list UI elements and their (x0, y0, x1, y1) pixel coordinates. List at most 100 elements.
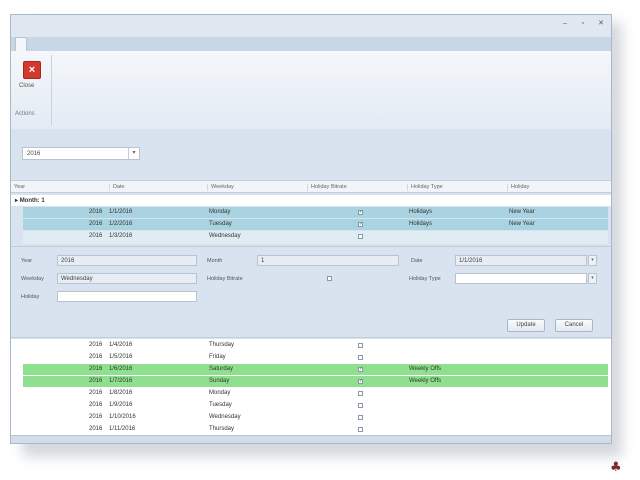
holiday-field-label: Holiday (21, 294, 40, 300)
cell-year: 2016 (89, 390, 103, 396)
cell-weekday: Tuesday (209, 402, 232, 408)
table-row[interactable]: 2016 1/1/2016 Monday ✓ Holidays New Year (23, 207, 608, 218)
maximize-icon[interactable]: ▫ (579, 20, 587, 28)
cell-year: 2016 (89, 414, 103, 420)
status-bar (11, 435, 611, 443)
close-button[interactable]: × Close (19, 59, 47, 97)
cell-date: 1/10/2016 (109, 414, 136, 420)
cell-holiday-type: Weekly Offs (409, 378, 442, 384)
cell-weekday: Wednesday (209, 233, 241, 239)
table-row[interactable]: 2016 1/11/2016 Thursday (23, 424, 608, 435)
holiday-bitrate-label: Holiday Bitrate (207, 276, 243, 282)
header-holiday-bitrate[interactable]: Holiday Bitrate (307, 184, 347, 191)
cell-weekday: Friday (209, 354, 226, 360)
date-field[interactable]: 1/1/2016 (455, 255, 587, 266)
cell-weekday: Monday (209, 390, 231, 396)
cell-date: 1/1/2016 (109, 209, 133, 215)
table-row[interactable]: 2016 1/3/2016 Wednesday (23, 231, 608, 244)
holiday-field[interactable] (57, 291, 197, 302)
close-button-label: Close (19, 83, 35, 89)
ribbon-tabstrip (11, 37, 611, 52)
filter-bar: 2016 ▾ (11, 129, 611, 179)
cell-year: 2016 (89, 378, 103, 384)
cancel-button[interactable]: Cancel (555, 319, 593, 332)
holiday-checkbox[interactable]: ✓ (358, 379, 363, 384)
holiday-checkbox[interactable]: ✓ (358, 367, 363, 372)
actions-group: × Close Actions (15, 55, 52, 125)
close-window-icon[interactable]: ✕ (597, 20, 605, 28)
cell-date: 1/11/2016 (109, 426, 136, 432)
cell-weekday: Monday (209, 209, 231, 215)
header-weekday[interactable]: Weekday (207, 184, 234, 191)
holiday-checkbox[interactable] (358, 427, 363, 432)
year-combobox-value: 2016 (27, 151, 41, 157)
holiday-checkbox[interactable]: ✓ (358, 210, 363, 215)
cell-year: 2016 (89, 426, 103, 432)
cell-year: 2016 (89, 354, 103, 360)
holiday-checkbox[interactable]: ✓ (358, 222, 363, 227)
date-field-label: Date (411, 258, 423, 264)
cell-year: 2016 (89, 342, 103, 348)
holiday-checkbox[interactable] (358, 234, 363, 239)
cell-year: 2016 (89, 221, 103, 227)
close-icon: × (23, 61, 41, 79)
window-controls: ‒ ▫ ✕ (561, 20, 605, 28)
cell-date: 1/7/2016 (109, 378, 133, 384)
row-detail-editor: Year 2016 Month 1 Date 1/1/2016 ▾ Weekda… (11, 246, 611, 338)
cell-weekday: Thursday (209, 342, 235, 348)
header-holiday[interactable]: Holiday (507, 184, 529, 191)
cell-holiday: New Year (509, 209, 535, 215)
table-row[interactable]: 2016 1/10/2016 Wednesday (23, 412, 608, 423)
calendar-dropdown-icon[interactable]: ▾ (588, 255, 597, 266)
table-row[interactable]: 2016 1/5/2016 Friday (23, 352, 608, 363)
table-row[interactable]: 2016 1/6/2016 Saturday ✓ Weekly Offs (23, 364, 608, 375)
cell-date: 1/2/2016 (109, 221, 133, 227)
cell-holiday-type: Weekly Offs (409, 366, 442, 372)
table-row[interactable]: 2016 1/7/2016 Sunday ✓ Weekly Offs (23, 376, 608, 387)
weekday-field-label: Weekday (21, 276, 44, 282)
cell-holiday: New Year (509, 221, 535, 227)
holiday-checkbox[interactable] (358, 403, 363, 408)
actions-group-label: Actions (15, 111, 35, 117)
cell-date: 1/4/2016 (109, 342, 133, 348)
holiday-type-combobox[interactable] (455, 273, 587, 284)
month-field[interactable]: 1 (257, 255, 399, 266)
month-field-label: Month (207, 258, 223, 264)
group-row-month[interactable]: ▸ Month: 1 (11, 195, 611, 206)
cell-date: 1/8/2016 (109, 390, 133, 396)
holiday-checkbox[interactable] (358, 343, 363, 348)
year-field[interactable]: 2016 (57, 255, 197, 266)
table-row[interactable]: 2016 1/9/2016 Tuesday (23, 400, 608, 411)
cell-year: 2016 (89, 402, 103, 408)
cell-holiday-type: Holidays (409, 221, 433, 227)
table-row[interactable]: 2016 1/8/2016 Monday (23, 388, 608, 399)
holiday-type-label: Holiday Type (409, 276, 441, 282)
app-window: ‒ ▫ ✕ × Close Actions 2016 ▾ Year Date W… (10, 14, 612, 444)
holiday-bitrate-checkbox[interactable] (327, 276, 332, 281)
grid-header: Year Date Weekday Holiday Bitrate Holida… (11, 180, 611, 193)
holiday-checkbox[interactable] (358, 391, 363, 396)
ribbon-tab[interactable] (15, 37, 27, 51)
cell-holiday-type: Holidays (409, 209, 433, 215)
year-field-label: Year (21, 258, 33, 264)
cell-year: 2016 (89, 209, 103, 215)
header-holiday-type[interactable]: Holiday Type (407, 184, 443, 191)
cell-date: 1/3/2016 (109, 233, 133, 239)
minimize-icon[interactable]: ‒ (561, 20, 569, 28)
ribbon: × Close Actions (11, 51, 611, 130)
chevron-down-icon[interactable]: ▾ (588, 273, 597, 284)
holiday-checkbox[interactable] (358, 415, 363, 420)
chevron-down-icon[interactable]: ▾ (128, 148, 139, 159)
header-year[interactable]: Year (11, 184, 25, 191)
table-row[interactable]: 2016 1/2/2016 Tuesday ✓ Holidays New Yea… (23, 219, 608, 230)
cell-weekday: Sunday (209, 378, 230, 384)
cell-weekday: Wednesday (209, 414, 241, 420)
cell-year: 2016 (89, 233, 103, 239)
weekday-field[interactable]: Wednesday (57, 273, 197, 284)
group-row-label: ▸ Month: 1 (15, 198, 45, 204)
header-date[interactable]: Date (109, 184, 125, 191)
table-row[interactable]: 2016 1/4/2016 Thursday (23, 340, 608, 351)
update-button[interactable]: Update (507, 319, 545, 332)
holiday-checkbox[interactable] (358, 355, 363, 360)
year-combobox[interactable]: 2016 ▾ (22, 147, 140, 160)
